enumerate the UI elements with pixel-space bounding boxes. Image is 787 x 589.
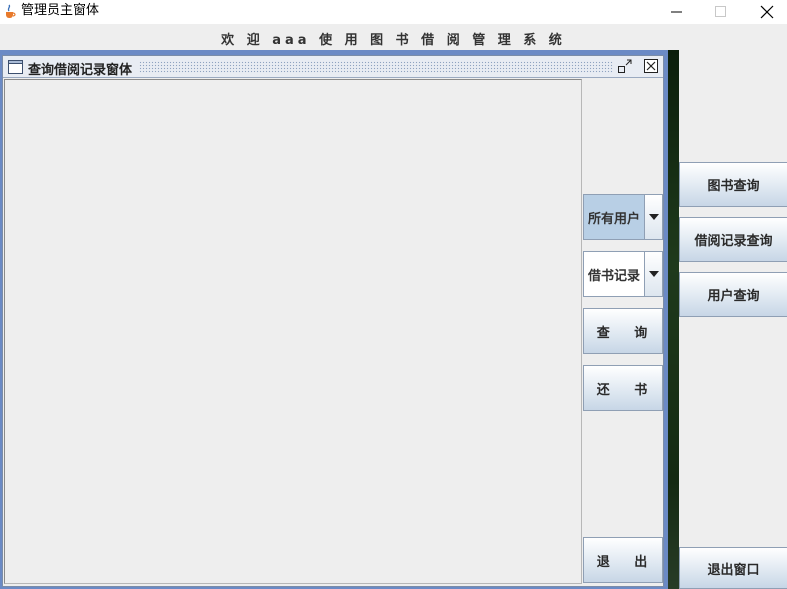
user-query-button[interactable]: 用户查询 <box>679 272 787 317</box>
book-query-button[interactable]: 图书查询 <box>679 162 787 207</box>
user-filter-combo[interactable]: 所有用户 <box>583 194 663 240</box>
record-type-combo[interactable]: 借书记录 <box>583 251 663 297</box>
java-cup-icon <box>2 3 18 19</box>
maximize-icon <box>715 6 726 17</box>
restore-button[interactable] <box>617 58 633 74</box>
triangle-down-icon[interactable] <box>644 252 662 296</box>
exit-button[interactable]: 退 出 <box>583 537 663 583</box>
triangle-down-icon[interactable] <box>644 195 662 239</box>
welcome-text: 欢 迎 aaa 使 用 图 书 借 阅 管 理 系 统 <box>221 33 566 48</box>
frame-close-button[interactable] <box>643 58 659 74</box>
record-type-value: 借书记录 <box>587 268 640 284</box>
minimize-button[interactable] <box>654 0 700 24</box>
query-button[interactable]: 查 询 <box>583 308 663 354</box>
close-window-button[interactable] <box>744 0 787 24</box>
frame-title: 查询借阅记录窗体 <box>28 63 133 78</box>
user-filter-value: 所有用户 <box>584 195 644 239</box>
maximize-button[interactable] <box>698 0 744 24</box>
window-titlebar: 管理员主窗体 <box>0 0 787 24</box>
welcome-banner: 欢 迎 aaa 使 用 图 书 借 阅 管 理 系 统 <box>0 24 787 50</box>
restore-icon <box>618 59 632 73</box>
return-book-button[interactable]: 还 书 <box>583 365 663 411</box>
background-image-strip <box>668 50 679 589</box>
frame-titlebar[interactable]: 查询借阅记录窗体 <box>3 56 663 78</box>
borrow-record-frame: 查询借阅记录窗体 所有用户 借书记录 查 询 还 书 退 出 <box>2 55 664 587</box>
minimize-icon <box>671 11 682 13</box>
close-icon <box>760 5 774 19</box>
window-icon <box>8 59 23 74</box>
close-icon <box>644 59 658 73</box>
results-area[interactable] <box>4 79 582 584</box>
side-menu-panel <box>679 50 787 589</box>
borrow-record-query-button[interactable]: 借阅记录查询 <box>679 217 787 262</box>
titlebar-grip <box>139 61 613 73</box>
exit-window-button[interactable]: 退出窗口 <box>679 547 787 589</box>
window-title: 管理员主窗体 <box>21 3 100 18</box>
